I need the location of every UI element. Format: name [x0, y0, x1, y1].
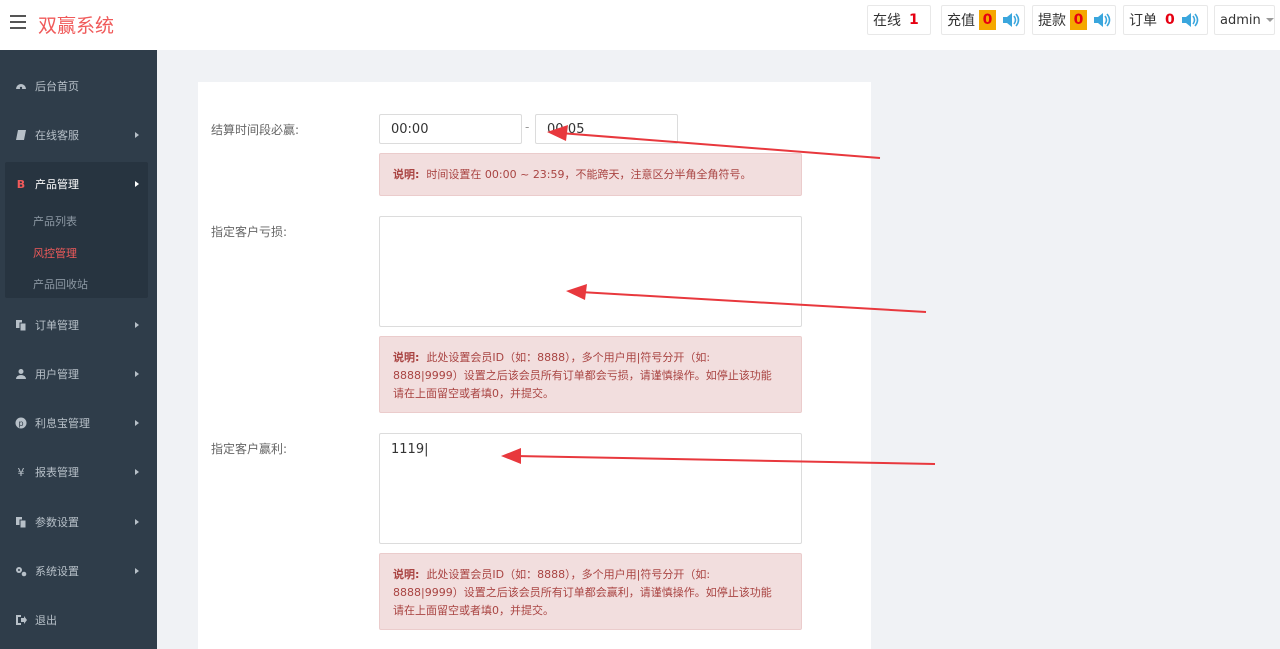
book-icon [15, 129, 27, 141]
speaker-icon[interactable] [1181, 13, 1199, 27]
svg-text:p: p [18, 419, 23, 428]
sidebar-item-users[interactable]: 用户管理 [0, 359, 157, 389]
chevron-right-icon [135, 519, 139, 525]
recharge-label: 充值 [947, 13, 975, 29]
caret-down-icon [1265, 18, 1274, 22]
withdraw-counter[interactable]: 提款 0 [1032, 5, 1116, 35]
speaker-icon[interactable] [1002, 13, 1020, 27]
copy-icon [15, 319, 27, 331]
sidebar-item-online-service[interactable]: 在线客服 [0, 120, 157, 150]
chevron-right-icon [135, 322, 139, 328]
sidebar-item-label: 报表管理 [35, 466, 79, 479]
sign-out-icon [15, 614, 27, 626]
sidebar-subitem-risk-control[interactable]: 风控管理 [33, 245, 77, 261]
chevron-right-icon [135, 420, 139, 426]
orders-counter[interactable]: 订单 0 [1123, 5, 1208, 35]
top-header: 双赢系统 在线 1 充值 0 提款 0 订单 0 admin [0, 0, 1280, 50]
sidebar-item-label: 利息宝管理 [35, 417, 90, 430]
username: admin [1220, 12, 1261, 28]
sidebar-item-label: 后台首页 [35, 80, 79, 93]
sidebar-item-label: 系统设置 [35, 565, 79, 578]
withdraw-label: 提款 [1038, 13, 1066, 29]
online-label: 在线 [873, 13, 901, 29]
note-text: 时间设置在 00:00 ~ 23:59，不能跨天，注意区分半角全角符号。 [426, 167, 752, 181]
win-customers-label: 指定客户赢利: [211, 442, 288, 456]
brand-title: 双赢系统 [38, 15, 115, 37]
sidebar-item-reports[interactable]: ¥ 报表管理 [0, 457, 157, 487]
sidebar-item-interest[interactable]: p 利息宝管理 [0, 408, 157, 438]
sidebar-item-label: 在线客服 [35, 129, 79, 142]
note-line: 请在上面留空或者填0，并提交。 [393, 604, 554, 617]
orders-label: 订单 [1129, 13, 1157, 29]
win-customers-note: 说明: 此处设置会员ID（如：8888），多个用户用|符号分开（如: 8888|… [379, 553, 802, 630]
chevron-right-icon [135, 371, 139, 377]
time-separator: - [525, 120, 530, 134]
pinterest-icon: p [15, 417, 27, 429]
user-icon [15, 368, 27, 380]
dashboard-icon [15, 80, 27, 92]
sidebar-item-dashboard[interactable]: 后台首页 [0, 71, 157, 101]
chevron-right-icon [135, 132, 139, 138]
withdraw-count: 0 [1070, 10, 1087, 30]
speaker-icon[interactable] [1093, 13, 1111, 27]
note-title: 说明: [393, 351, 420, 364]
sidebar-subitem-product-list[interactable]: 产品列表 [33, 213, 77, 229]
sidebar: 后台首页 在线客服 B 产品管理 产品列表 风控管理 产品回收站 订单管理 用户… [0, 50, 157, 649]
sidebar-item-products[interactable]: B 产品管理 [0, 169, 157, 199]
chevron-right-icon [135, 181, 139, 187]
note-line: 请在上面留空或者填0，并提交。 [393, 387, 554, 400]
win-customers-textarea[interactable]: 1119| [379, 433, 802, 544]
sidebar-item-label: 用户管理 [35, 368, 79, 381]
note-line: 此处设置会员ID（如：8888），多个用户用|符号分开（如: [426, 351, 711, 364]
bitcoin-icon: B [16, 177, 26, 191]
settle-time-note: 说明: 时间设置在 00:00 ~ 23:59，不能跨天，注意区分半角全角符号。 [379, 153, 802, 196]
online-counter[interactable]: 在线 1 [867, 5, 931, 35]
note-title: 说明: [393, 167, 420, 181]
note-line: 8888|9999）设置之后该会员所有订单都会赢利，请谨慎操作。如停止该功能 [393, 586, 772, 599]
settle-end-input[interactable]: 00:05 [535, 114, 678, 144]
sidebar-item-label: 参数设置 [35, 516, 79, 529]
note-title: 说明: [393, 568, 420, 581]
user-dropdown[interactable]: admin [1214, 5, 1275, 35]
copy-icon [15, 516, 27, 528]
note-line: 此处设置会员ID（如：8888），多个用户用|符号分开（如: [426, 568, 711, 581]
recharge-count: 0 [979, 10, 996, 30]
note-line: 8888|9999）设置之后该会员所有订单都会亏损，请谨慎操作。如停止该功能 [393, 369, 772, 382]
chevron-right-icon [135, 469, 139, 475]
sidebar-item-logout[interactable]: 退出 [0, 605, 157, 635]
orders-count: 0 [1165, 12, 1175, 28]
online-count: 1 [909, 12, 919, 28]
sidebar-item-label: 退出 [35, 614, 57, 627]
loss-customers-textarea[interactable] [379, 216, 802, 327]
sidebar-item-params[interactable]: 参数设置 [0, 507, 157, 537]
sidebar-item-system[interactable]: 系统设置 [0, 556, 157, 586]
recharge-counter[interactable]: 充值 0 [941, 5, 1025, 35]
loss-customers-label: 指定客户亏损: [211, 225, 288, 239]
loss-customers-note: 说明: 此处设置会员ID（如：8888），多个用户用|符号分开（如: 8888|… [379, 336, 802, 413]
settle-start-input[interactable]: 00:00 [379, 114, 522, 144]
sidebar-item-orders[interactable]: 订单管理 [0, 310, 157, 340]
yen-icon: ¥ [17, 465, 25, 479]
sidebar-item-label: 产品管理 [35, 178, 79, 191]
gears-icon [15, 565, 27, 577]
hamburger-menu-icon[interactable] [10, 15, 26, 29]
chevron-right-icon [135, 568, 139, 574]
sidebar-subitem-product-recycle[interactable]: 产品回收站 [33, 276, 88, 292]
sidebar-item-label: 订单管理 [35, 319, 79, 332]
settle-time-label: 结算时间段必赢: [211, 123, 300, 137]
